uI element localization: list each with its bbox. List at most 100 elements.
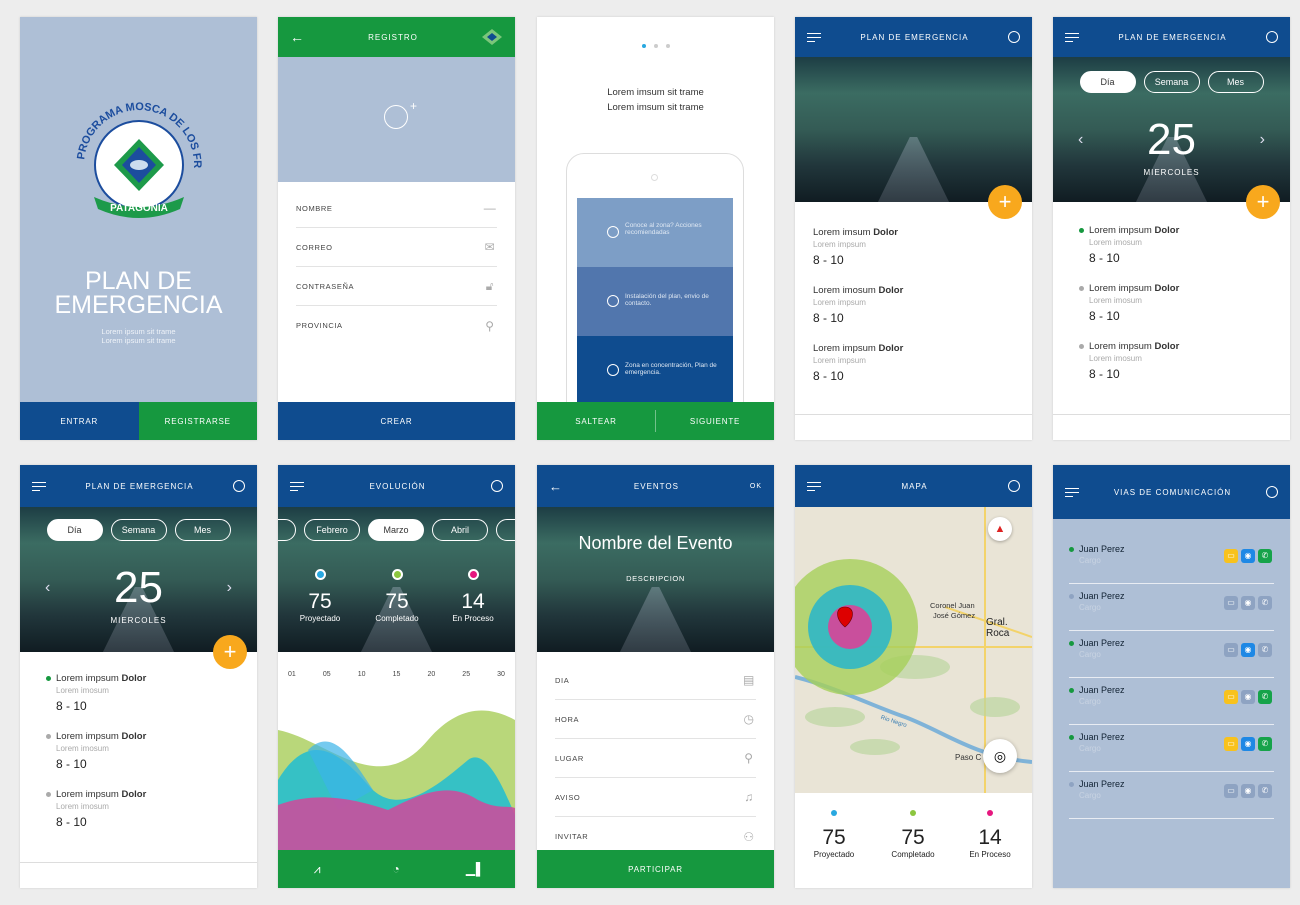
messenger-icon[interactable]: ◉ [1241,549,1255,563]
header: VIAS DE COMUNICACIÓN [1053,465,1290,519]
email-field[interactable]: CORREO ✉ [296,228,497,267]
password-field[interactable]: CONTRASEÑA 🔓︎ [296,267,497,306]
list-item[interactable]: Lorem imsum Dolor Lorem impsum 8 - 10 [813,227,1032,267]
menu-icon[interactable] [1065,487,1079,498]
time-field[interactable]: HORA ◷ [555,700,756,739]
contact-row[interactable]: Juan Perez Cargo ▭ ◉ ✆ [1069,725,1274,772]
menu-icon[interactable] [1065,32,1079,43]
line-chart-tab-icon[interactable]: ⩘ [278,850,357,888]
day-field[interactable]: DIA ▤ [555,661,756,700]
messenger-icon[interactable]: ◉ [1241,690,1255,704]
day-name: MIERCOLES [1143,168,1200,177]
next-button[interactable]: SIGUIENTE [656,402,774,440]
list-item[interactable]: Lorem impsum Dolor Lorem imosum 8 - 10 [46,731,257,771]
add-button[interactable]: + [213,635,247,669]
list-item[interactable]: Lorem impsum Dolor Lorem imosum 8 - 10 [46,789,257,829]
name-field[interactable]: NOMBRE — [296,189,497,228]
settings-icon[interactable] [1266,486,1278,498]
province-field[interactable]: PROVINCIA ⚲ [296,306,497,345]
whatsapp-icon[interactable]: ✆ [1258,784,1272,798]
skip-button[interactable]: SALTEAR [537,410,656,432]
list-item[interactable]: Lorem impsum Dolor Lorem impsum 8 - 10 [813,343,1032,383]
menu-icon[interactable] [32,481,46,492]
list-item[interactable]: Lorem impsum Dolor Lorem imosum 8 - 10 [1079,283,1290,323]
item-title: Lorem impsum Dolor [1089,225,1180,236]
chat-icon[interactable]: ▭ [1224,596,1238,610]
whatsapp-icon[interactable]: ✆ [1258,549,1272,563]
whatsapp-icon[interactable]: ✆ [1258,737,1272,751]
tab-day[interactable]: Día [46,519,103,541]
settings-icon[interactable] [491,480,503,492]
menu-icon[interactable] [807,481,821,492]
menu-icon[interactable] [290,481,304,492]
messenger-icon[interactable]: ◉ [1241,737,1255,751]
list-item[interactable]: Lorem impsum Dolor Lorem imosum 8 - 10 [46,673,257,713]
item-time-range: 8 - 10 [813,369,844,383]
tab-march[interactable]: Marzo [368,519,424,541]
avatar-area[interactable]: + [278,57,515,182]
map-label-2: José Gómez [933,611,976,620]
item-subtitle: Lorem imosum [1089,296,1142,305]
whatsapp-icon[interactable]: ✆ [1258,596,1272,610]
contact-row[interactable]: Juan Perez Cargo ▭ ◉ ✆ [1069,584,1274,631]
search-icon[interactable] [1008,31,1020,43]
month-prev-edge[interactable] [278,519,296,541]
item-title: Lorem impsum Dolor [56,789,147,800]
bar-chart-tab-icon[interactable]: ▁▌ [436,850,515,888]
dash-icon: — [483,201,497,215]
whatsapp-icon[interactable]: ✆ [1258,690,1272,704]
item-subtitle: Lorem imosum [56,686,109,695]
contact-row[interactable]: Juan Perez Cargo ▭ ◉ ✆ [1069,678,1274,725]
create-button[interactable]: CREAR [278,402,515,440]
list-item[interactable]: Lorem imosum Dolor Lorem impsum 8 - 10 [813,285,1032,325]
stat-projected: 75 Proyectado [799,810,869,859]
alert-field[interactable]: AVISO ♫ [555,778,756,817]
tab-month[interactable]: Mes [174,519,231,541]
enter-button[interactable]: ENTRAR [20,402,139,440]
chat-icon[interactable]: ▭ [1224,643,1238,657]
ok-button[interactable]: OK [750,483,762,490]
locate-me-button[interactable]: ◎ [983,739,1017,773]
search-icon[interactable] [1266,31,1278,43]
tab-month[interactable]: Mes [1207,71,1264,93]
contact-row[interactable]: Juan Perez Cargo ▭ ◉ ✆ [1069,631,1274,678]
add-button[interactable]: + [1246,185,1280,219]
contact-row[interactable]: Juan Perez Cargo ▭ ◉ ✆ [1069,772,1274,819]
back-arrow-icon[interactable]: ← [549,479,563,494]
chat-icon[interactable]: ▭ [1224,690,1238,704]
tab-april[interactable]: Abril [432,519,488,541]
messenger-icon[interactable]: ◉ [1241,643,1255,657]
menu-icon[interactable] [807,32,821,43]
item-time-range: 8 - 10 [56,757,87,771]
register-button[interactable]: REGISTRARSE [138,402,257,440]
pie-chart-tab-icon[interactable]: ◔ [357,850,436,888]
tab-week[interactable]: Semana [1143,71,1200,93]
add-user-icon[interactable] [384,105,408,129]
status-dot [1069,735,1074,740]
tab-february[interactable]: Febrero [304,519,360,541]
participate-button[interactable]: PARTICIPAR [537,850,774,888]
messenger-icon[interactable]: ◉ [1241,784,1255,798]
tab-day[interactable]: Día [1079,71,1136,93]
back-arrow-icon[interactable]: ← [290,29,305,45]
header: ← EVENTOS OK [537,465,774,507]
status-dot [1069,688,1074,693]
whatsapp-icon[interactable]: ✆ [1258,643,1272,657]
chat-icon[interactable]: ▭ [1224,737,1238,751]
messenger-icon[interactable]: ◉ [1241,596,1255,610]
place-field[interactable]: LUGAR ⚲ [555,739,756,778]
compass-icon[interactable]: ▲ [988,517,1012,541]
month-next-edge[interactable] [496,519,515,541]
add-button[interactable]: + [988,185,1022,219]
search-icon[interactable] [233,480,245,492]
chat-icon[interactable]: ▭ [1224,784,1238,798]
contact-row[interactable]: Juan Perez Cargo ▭ ◉ ✆ [1069,537,1274,584]
settings-icon[interactable] [1008,480,1020,492]
list-item[interactable]: Lorem impsum Dolor Lorem imosum 8 - 10 [1079,341,1290,381]
chat-icon[interactable]: ▭ [1224,549,1238,563]
map-view[interactable]: Coronel Juan José Gómez Gral. Roca Paso … [795,507,1032,793]
item-title: Lorem impsum Dolor [56,673,147,684]
event-list: Lorem impsum Dolor Lorem imosum 8 - 10 Lore… [1053,225,1290,399]
list-item[interactable]: Lorem impsum Dolor Lorem imosum 8 - 10 [1079,225,1290,265]
tab-week[interactable]: Semana [110,519,167,541]
